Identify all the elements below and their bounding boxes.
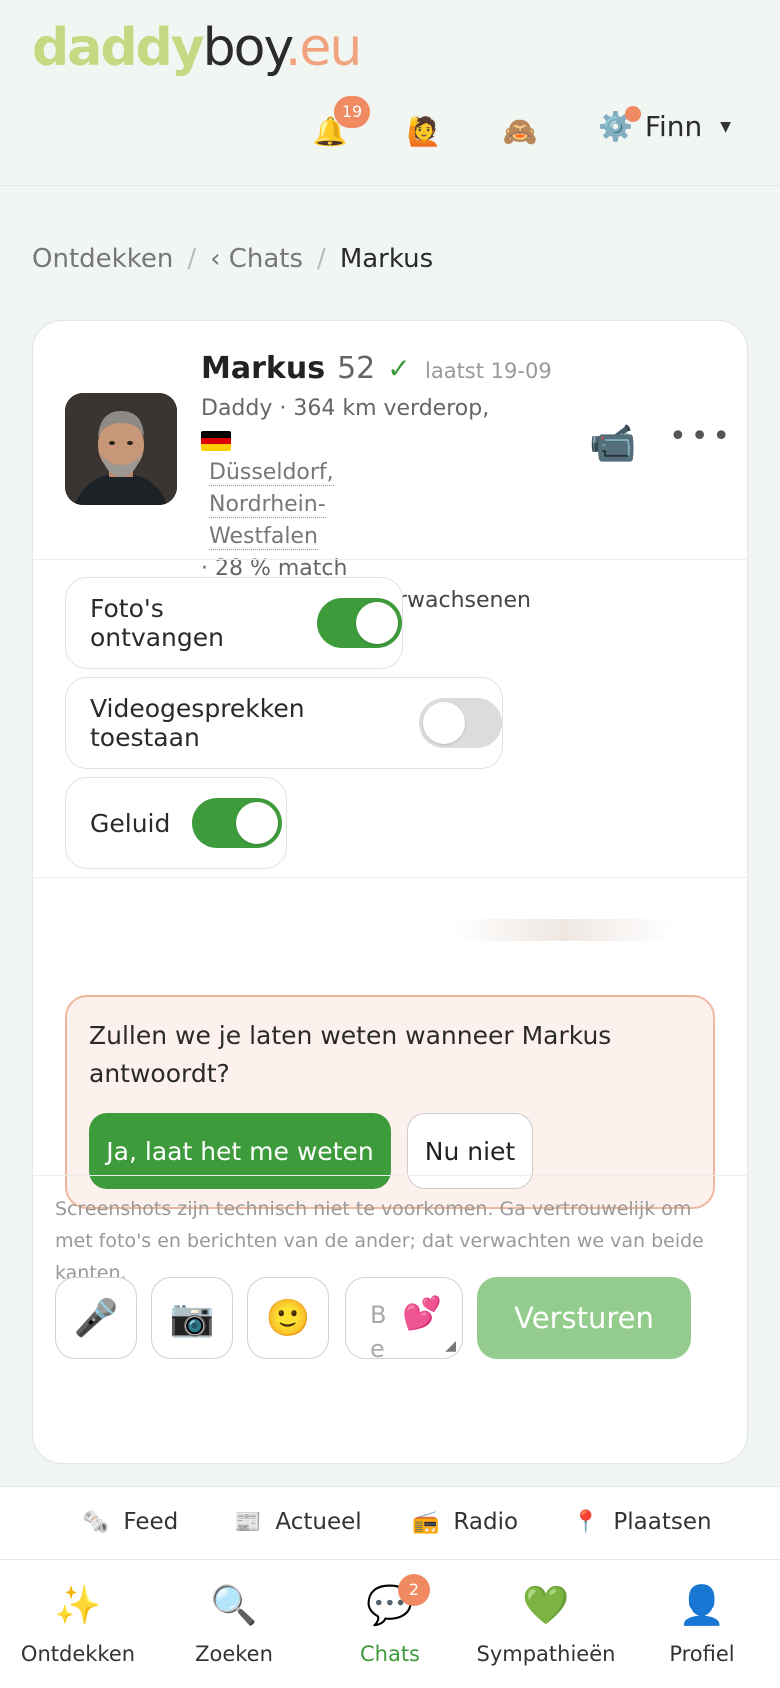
secondary-nav: 🗞️ Feed 📰 Actueel 📻 Radio 📍 Plaatsen [0,1486,780,1560]
breadcrumb-chats[interactable]: ‹ Chats [210,244,303,274]
avatar[interactable] [65,393,177,505]
toggle-label: Geluid [90,808,171,838]
profile-location[interactable]: Düsseldorf, Nordrhein-Westfalen [209,460,334,550]
message-placeholder: Be [370,1301,387,1359]
message-input[interactable]: Be 💕 ◢ [345,1277,463,1359]
profile-name[interactable]: Markus [201,351,325,386]
subnav-label: Radio [453,1509,519,1535]
chat-icon: 💬 2 [312,1574,468,1630]
send-button[interactable]: Versturen [477,1277,691,1359]
divider [33,559,747,560]
more-options-icon[interactable]: ••• [669,419,734,454]
smiley-icon: 🙂 [265,1298,311,1339]
divider [33,877,747,878]
subnav-places[interactable]: 📍 Plaatsen [572,1509,712,1535]
divider [33,1175,747,1176]
heart-icon: 💚 [522,1583,570,1627]
sound-switch[interactable] [192,798,283,848]
sparkles-icon: ✨ [54,1583,102,1627]
radio-icon: 📻 [412,1509,440,1535]
reply-notification-prompt: Zullen we je laten weten wanneer Markus … [65,995,715,1209]
microphone-icon: 🎤 [73,1298,119,1339]
breadcrumb: Ontdekken / ‹ Chats / Markus [32,244,433,274]
last-seen: laatst 19-09 [425,359,552,383]
subnav-feed[interactable]: 🗞️ Feed [82,1509,178,1535]
nav-label: Chats [359,1642,421,1666]
subnav-label: Feed [123,1509,179,1535]
video-camera-icon[interactable]: 📹 [589,421,636,466]
site-logo[interactable]: daddyboy.eu [32,18,362,78]
nav-label: Profiel [669,1642,735,1666]
notify-question: Zullen we je laten weten wanneer Markus … [89,1021,612,1088]
visitors-icon[interactable]: 🙋 [404,112,444,152]
nav-label: Ontdekken [20,1642,136,1666]
toggle-sound: Geluid [65,777,287,869]
toggle-receive-photos: Foto's ontvangen [65,577,403,669]
verified-icon: ✓ [387,352,411,385]
search-icon: 🔍 [210,1583,258,1627]
subnav-radio[interactable]: 📻 Radio [412,1509,518,1535]
pin-icon: 📍 [572,1509,600,1535]
subnav-label: Plaatsen [613,1509,712,1535]
app-header: daddyboy.eu 🔔 19 🙋 🙈 ⚙️ Finn ▼ [0,0,780,186]
emoji-button[interactable]: 🙂 [247,1277,329,1359]
camera-icon: 📷 [169,1298,215,1339]
toggle-video-calls: Videogesprekken toestaan [65,677,503,769]
profile-age: 52 [337,351,376,386]
hearts-icon: 💕 [402,1294,442,1332]
settings-dot [624,106,641,122]
resize-handle-icon[interactable]: ◢ [445,1338,456,1354]
nav-label: Zoeken [195,1642,273,1666]
profile-summary: Daddy · 364 km verderop, [201,396,490,421]
breadcrumb-separator: / [317,244,326,274]
faded-photo [453,919,673,941]
nav-chats[interactable]: 💬 2 Chats [312,1574,468,1666]
breadcrumb-separator: / [187,244,197,274]
breadcrumb-current: Markus [339,244,434,274]
subnav-news[interactable]: 📰 Actueel [234,1509,362,1535]
notify-no-button[interactable]: Nu niet [407,1113,533,1189]
user-menu[interactable]: ⚙️ Finn ▼ [598,106,731,143]
nav-label: Sympathieën [476,1642,616,1666]
notify-yes-button[interactable]: Ja, laat het me weten [89,1113,391,1189]
user-icon: 👤 [678,1583,726,1627]
user-name: Finn [644,110,703,143]
chevron-down-icon: ▼ [720,118,731,135]
newspaper-roll-icon: 🗞️ [82,1509,110,1535]
bottom-nav: ✨ Ontdekken 🔍 Zoeken 💬 2 Chats 💚 Sympathi… [0,1560,780,1688]
germany-flag-icon [201,431,231,451]
microphone-button[interactable]: 🎤 [55,1277,137,1359]
screenshot-disclaimer: Screenshots zijn technisch niet te voork… [55,1198,704,1284]
chat-card: Markus 52 ✓ laatst 19-09 Daddy · 364 km … [32,320,748,1464]
monkey-icon[interactable]: 🙈 [500,112,540,152]
chats-badge: 2 [398,1574,430,1606]
subnav-label: Actueel [275,1509,362,1535]
camera-button[interactable]: 📷 [151,1277,233,1359]
nav-sympathies[interactable]: 💚 Sympathieën [468,1580,624,1666]
newspaper-icon: 📰 [234,1509,262,1535]
toggle-label: Foto's ontvangen [90,594,224,652]
notifications-badge: 19 [334,96,370,128]
breadcrumb-discover[interactable]: Ontdekken [32,244,173,274]
nav-search[interactable]: 🔍 Zoeken [156,1580,312,1666]
nav-profile[interactable]: 👤 Profiel [624,1580,780,1666]
receive-photos-switch[interactable] [316,598,402,648]
nav-discover[interactable]: ✨ Ontdekken [0,1580,156,1666]
profile-heading: Markus 52 ✓ [201,351,411,386]
gear-icon: ⚙️ [598,106,641,143]
toggle-label: Videogesprekken toestaan [90,694,305,752]
video-calls-switch[interactable] [418,698,502,748]
